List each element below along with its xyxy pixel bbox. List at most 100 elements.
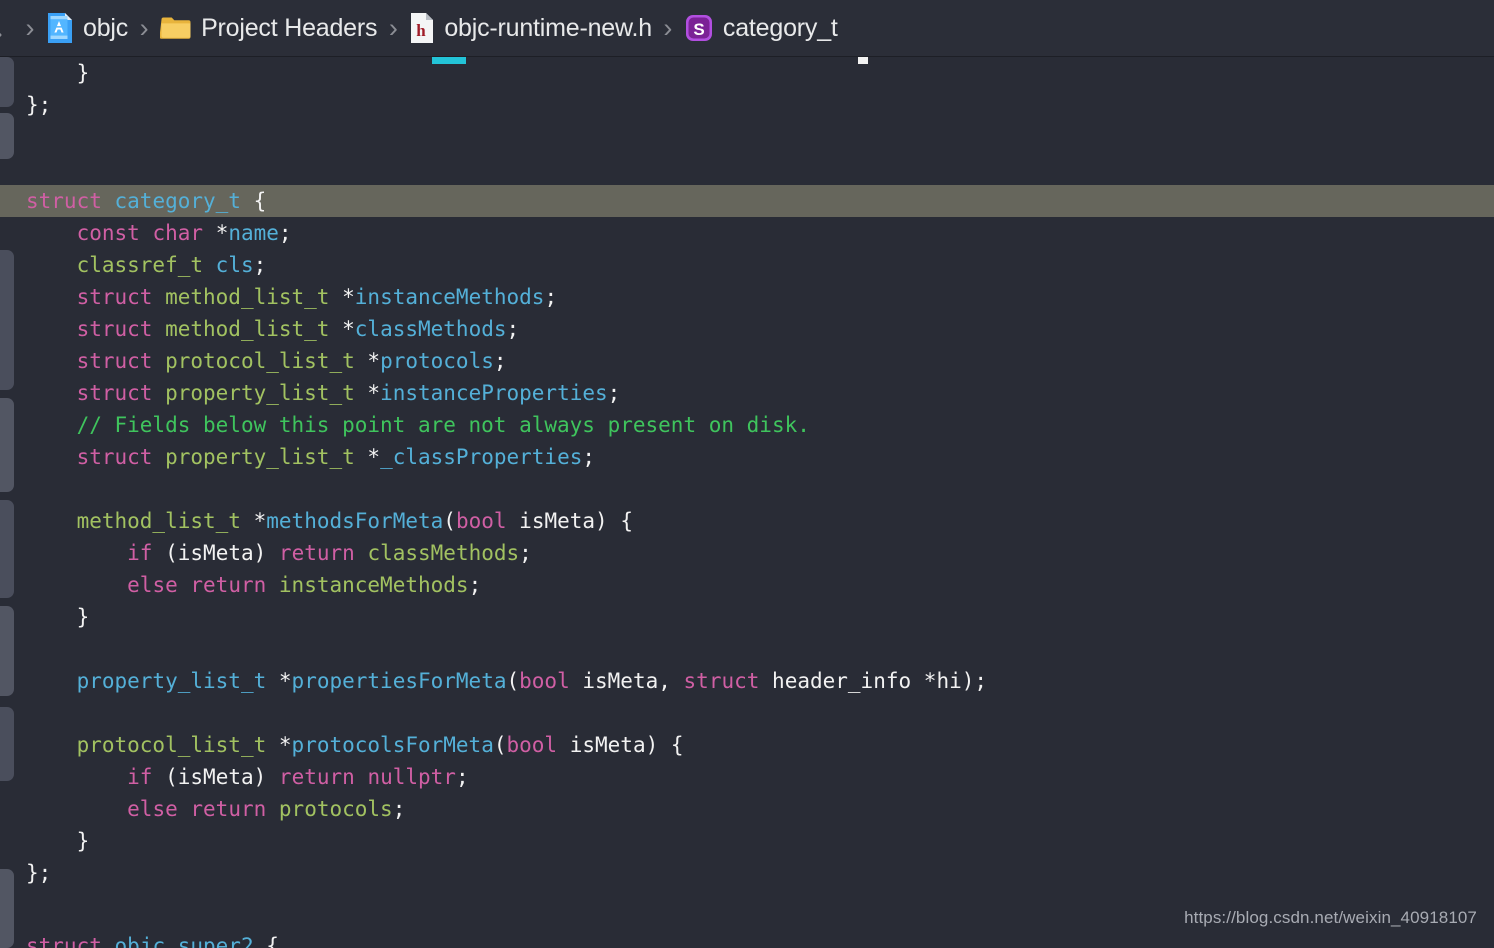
code-line[interactable]: if (isMeta) return classMethods; bbox=[0, 537, 1494, 569]
code-line-selected[interactable]: struct category_t { bbox=[0, 185, 1494, 217]
breadcrumb-item-header-file[interactable]: h objc-runtime-new.h bbox=[409, 0, 652, 56]
code-token: * bbox=[342, 317, 355, 341]
code-line[interactable] bbox=[0, 633, 1494, 665]
code-token: category_t bbox=[114, 189, 241, 213]
breadcrumb-chevron-icon-1: › bbox=[139, 12, 149, 43]
code-token: instanceMethods bbox=[278, 573, 469, 597]
code-line[interactable]: const char *name; bbox=[0, 217, 1494, 249]
code-token: nullptr bbox=[367, 765, 456, 789]
code-line[interactable]: }; bbox=[0, 857, 1494, 889]
code-token: * bbox=[367, 381, 381, 405]
code-token: ; bbox=[253, 253, 267, 277]
code-line[interactable] bbox=[0, 121, 1494, 153]
code-line[interactable]: struct property_list_t *_classProperties… bbox=[0, 441, 1494, 473]
code-line[interactable]: else return instanceMethods; bbox=[0, 569, 1494, 601]
code-token: property_list_t bbox=[76, 669, 267, 693]
code-token: ; bbox=[468, 573, 482, 597]
code-token: cls bbox=[215, 253, 254, 277]
code-token: bool bbox=[455, 509, 507, 533]
code-line[interactable]: if (isMeta) return nullptr; bbox=[0, 761, 1494, 793]
code-token: methodsForMeta bbox=[266, 509, 444, 533]
breadcrumb-chevron-icon-0: › bbox=[25, 12, 35, 43]
code-token: isMeta bbox=[519, 509, 596, 533]
breadcrumb-clipped-chevron-icon: › bbox=[0, 18, 3, 49]
code-line[interactable]: struct property_list_t *instanceProperti… bbox=[0, 377, 1494, 409]
code-line[interactable]: } bbox=[0, 601, 1494, 633]
source-editor[interactable]: }}; struct category_t { const char *name;… bbox=[0, 57, 1494, 948]
code-token: ( bbox=[493, 733, 507, 757]
header-file-icon: h bbox=[409, 12, 435, 44]
code-token: * bbox=[367, 349, 381, 373]
code-line[interactable]: struct method_list_t *classMethods; bbox=[0, 313, 1494, 345]
code-token: // Fields below this point are not alway… bbox=[76, 413, 810, 437]
breadcrumb-item-category-t[interactable]: S category_t bbox=[684, 0, 838, 56]
code-token: isMeta bbox=[569, 733, 646, 757]
code-token: bool bbox=[519, 669, 570, 693]
code-line[interactable]: method_list_t *methodsForMeta(bool isMet… bbox=[0, 505, 1494, 537]
code-token: isMeta bbox=[177, 541, 254, 565]
code-token: method_list_t bbox=[76, 509, 241, 533]
code-token: ) bbox=[253, 765, 279, 789]
code-line[interactable]: else return protocols; bbox=[0, 793, 1494, 825]
code-line[interactable] bbox=[0, 697, 1494, 729]
code-line[interactable]: protocol_list_t *protocolsForMeta(bool i… bbox=[0, 729, 1494, 761]
code-line[interactable]: struct protocol_list_t *protocols; bbox=[0, 345, 1494, 377]
code-token: name bbox=[228, 221, 279, 245]
code-token: ( bbox=[165, 541, 178, 565]
breadcrumb-item-project-headers[interactable]: Project Headers bbox=[160, 0, 378, 56]
code-line[interactable]: }; bbox=[0, 89, 1494, 121]
code-line[interactable] bbox=[0, 473, 1494, 505]
code-token: ; bbox=[278, 221, 292, 245]
code-token: ) bbox=[645, 733, 671, 757]
code-token: * bbox=[367, 445, 381, 469]
code-token: if bbox=[127, 765, 153, 789]
code-token: struct bbox=[683, 669, 760, 693]
code-line[interactable] bbox=[0, 153, 1494, 185]
code-token: , bbox=[658, 669, 684, 693]
code-token: isMeta bbox=[582, 669, 659, 693]
breadcrumb-item-objc[interactable]: objc bbox=[46, 0, 129, 56]
breadcrumb[interactable]: › › objc › bbox=[0, 0, 1494, 57]
struct-symbol-icon: S bbox=[684, 13, 714, 43]
code-line[interactable]: property_list_t *propertiesForMeta(bool … bbox=[0, 665, 1494, 697]
code-token: struct bbox=[76, 285, 153, 309]
code-token: return bbox=[278, 765, 355, 789]
code-token: struct bbox=[76, 381, 153, 405]
breadcrumb-label-objc: objc bbox=[83, 13, 129, 42]
code-token: { bbox=[620, 509, 633, 533]
xcode-project-icon bbox=[46, 12, 74, 44]
code-token: header_info bbox=[772, 669, 912, 693]
code-line[interactable]: classref_t cls; bbox=[0, 249, 1494, 281]
code-token: * bbox=[278, 669, 292, 693]
clipped-token-fragment-a bbox=[432, 57, 466, 64]
code-token: ( bbox=[506, 669, 520, 693]
code-line[interactable]: struct method_list_t *instanceMethods; bbox=[0, 281, 1494, 313]
code-token: struct bbox=[76, 445, 153, 469]
code-token: isMeta bbox=[177, 765, 254, 789]
code-token: } bbox=[76, 605, 90, 629]
code-token: instanceMethods bbox=[354, 285, 545, 309]
code-token: * bbox=[253, 509, 267, 533]
code-token: protocol_list_t bbox=[165, 349, 355, 373]
breadcrumb-label-header-file: objc-runtime-new.h bbox=[444, 13, 652, 42]
code-line[interactable]: // Fields below this point are not alway… bbox=[0, 409, 1494, 441]
code-token: classMethods bbox=[354, 317, 507, 341]
code-token: protocolsForMeta bbox=[291, 733, 494, 757]
svg-text:S: S bbox=[693, 20, 704, 39]
svg-text:h: h bbox=[417, 21, 427, 40]
code-line[interactable]: } bbox=[0, 825, 1494, 857]
code-token: }; bbox=[26, 861, 52, 885]
code-token: hi bbox=[936, 669, 962, 693]
